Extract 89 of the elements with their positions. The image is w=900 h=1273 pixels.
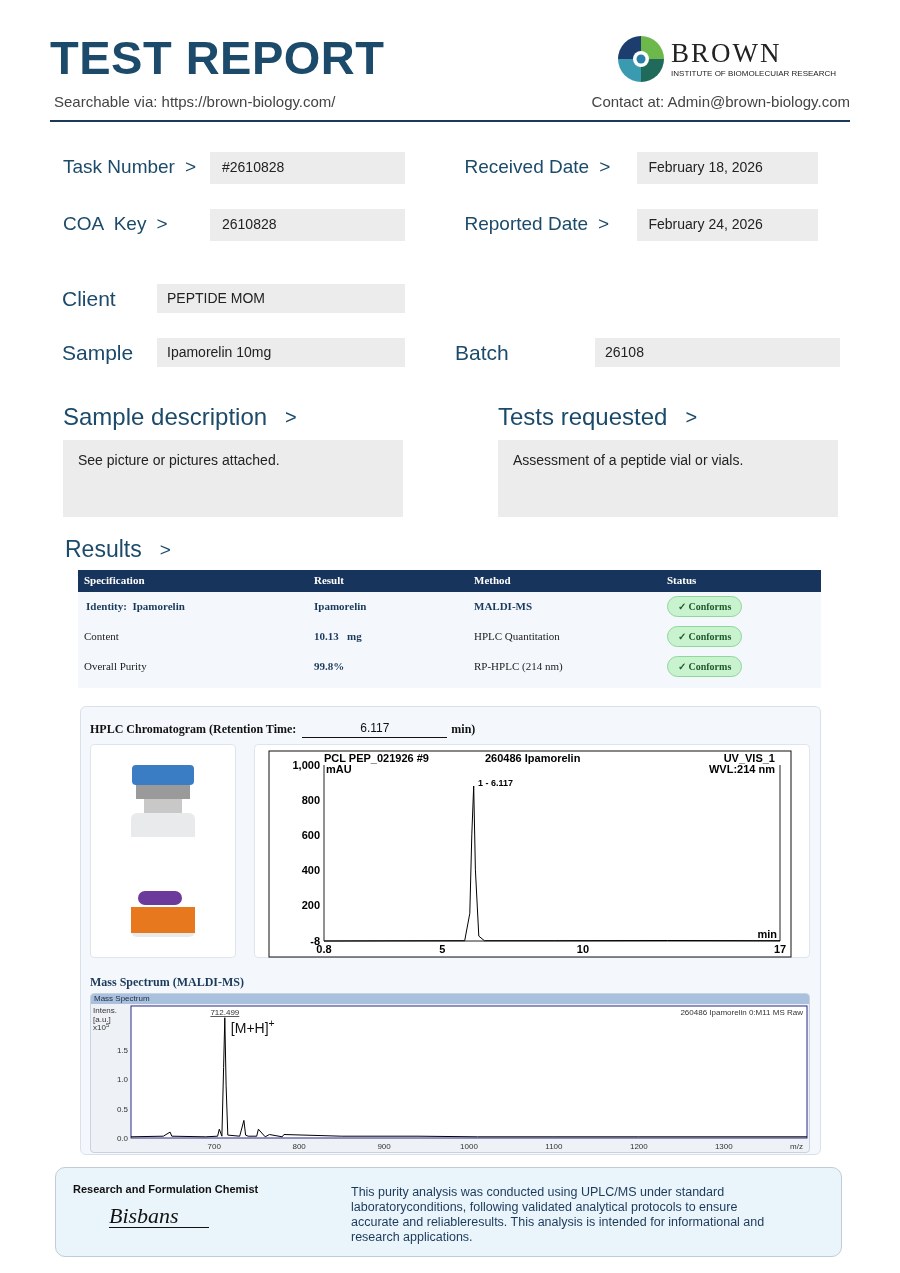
signature: Bisbans xyxy=(109,1205,209,1228)
table-cell: Overall Purity xyxy=(84,660,147,673)
axis-unit-label: mAU xyxy=(326,762,352,775)
axis-tick-label: 1300 xyxy=(714,1141,733,1151)
report-title: TEST REPORT xyxy=(50,34,385,81)
axis-tick-label: 1,000 xyxy=(292,758,320,771)
chevron-text: > xyxy=(184,155,197,180)
axis-title: [a.u.] xyxy=(93,1014,111,1024)
axis-tick-label: 200 xyxy=(301,898,320,911)
field-value: February 18, 2026 xyxy=(636,151,818,184)
ion-label: [M+H]$^{+}$ xyxy=(230,1020,275,1035)
results-heading: Results xyxy=(65,537,142,561)
status-badge: ✓ Conforms xyxy=(667,656,743,677)
axis-tick-label: 1200 xyxy=(629,1141,648,1151)
axis-tick-label: 0.0 xyxy=(116,1133,128,1143)
status-badge: ✓ Conforms xyxy=(667,596,743,617)
axis-tick-label: 17 xyxy=(773,942,787,955)
chevron-text: > xyxy=(685,406,698,427)
sample-label: 260486 Ipamorelin 0:M11 MS Raw xyxy=(680,1007,803,1017)
wavelength-label: WVL:214 nm xyxy=(709,762,775,775)
peak-label: 712.499 xyxy=(210,1007,240,1017)
axis-unit-label: m/z xyxy=(790,1141,803,1151)
axis-tick-label: 10 xyxy=(576,942,590,955)
axis-tick-label: 5 xyxy=(439,942,446,955)
table-cell-text: Identity: Ipamorelin xyxy=(85,600,185,613)
disclaimer-text: This purity analysis was conducted using UPLC/MS under standard laboratoryconditions, following validated analytical protocols to ensure accurate and reliableresults. This analysis is intended for informational and research applications. xyxy=(351,1183,766,1246)
chart-header-text: PCL PEP_021926 #9 xyxy=(324,751,429,764)
field-value: 2610828 xyxy=(210,208,405,241)
retention-time-value: 6.117 xyxy=(302,718,448,738)
logo-icon xyxy=(617,35,666,83)
column-header: Status xyxy=(666,573,698,589)
axis-tick-label: 0.5 xyxy=(116,1104,128,1114)
batch-value: 26108 xyxy=(595,338,840,368)
chart-title: HPLC Chromatogram (Retention Time: xyxy=(90,720,297,738)
section-heading: Sample description xyxy=(63,404,268,429)
window-label: Mass Spectrum xyxy=(91,993,809,1004)
sample-label: Sample xyxy=(62,340,135,366)
axis-tick-label: 1000 xyxy=(460,1141,478,1151)
chart-header-text: UV_VIS_1 xyxy=(723,751,775,764)
chart-title: Mass Spectrum (MALDI-MS) xyxy=(90,973,245,991)
table-cell: 10.13 mg xyxy=(314,630,362,643)
status-badge: ✓ Conforms xyxy=(667,626,743,647)
table-cell: HPLC Quantitation xyxy=(474,630,560,643)
chevron-text: > xyxy=(159,539,171,559)
logo-name: BROWN xyxy=(671,40,783,67)
axis-tick-label: 800 xyxy=(292,1141,306,1151)
axis-unit-label: min xyxy=(757,927,777,940)
contact-line: Contact at: Admin@brown-biology.com xyxy=(591,92,850,112)
axis-tick-label: 1100 xyxy=(545,1141,563,1151)
axis-tick-label: 800 xyxy=(301,793,320,806)
table-cell: RP-HPLC (214 nm) xyxy=(474,660,563,673)
chevron-text: > xyxy=(285,406,297,427)
table-cell: Content xyxy=(84,630,119,643)
batch-label: Batch xyxy=(455,340,510,366)
table-cell: MALDI-MS xyxy=(474,600,533,613)
axis-title: x10$^{5}$ xyxy=(93,1023,110,1032)
chemist-role: Research and Formulation Chemist xyxy=(73,1181,260,1197)
axis-tick-label: 600 xyxy=(301,828,320,841)
table-cell: 99.8% xyxy=(314,660,345,673)
section-heading: Tests requested xyxy=(498,404,668,429)
peak-label: 1 - 6.117 xyxy=(478,777,514,788)
description-box: Assessment of a peptide vial or vials. xyxy=(498,439,838,517)
axis-tick-label: 700 xyxy=(207,1141,221,1151)
field-label: Reported Date xyxy=(464,212,589,237)
column-header: Method xyxy=(473,573,512,589)
axis-tick-label: 400 xyxy=(301,863,320,876)
client-label: Client xyxy=(62,285,117,312)
field-value: February 24, 2026 xyxy=(636,208,818,241)
field-label: Received Date xyxy=(464,155,590,180)
logo-tagline: INSTITUTE OF BIOMOLECUIAR RESEARCH xyxy=(671,70,836,78)
axis-tick-label: 1.5 xyxy=(116,1045,128,1055)
column-header: Specification xyxy=(83,573,146,589)
unit-label: min) xyxy=(451,720,476,738)
axis-title: Intens. xyxy=(93,1005,117,1015)
description-box: See picture or pictures attached. xyxy=(63,439,403,517)
field-label: COA Key xyxy=(63,212,147,237)
chevron-text: > xyxy=(599,155,611,180)
chevron-text: > xyxy=(156,212,168,237)
axis-tick-label: 900 xyxy=(377,1141,391,1151)
search-line: Searchable via: https://brown-biology.com/ xyxy=(54,92,337,112)
field-label: Task Number xyxy=(63,155,175,180)
field-value: #2610828 xyxy=(210,151,405,184)
axis-tick-label: 1.0 xyxy=(116,1074,128,1084)
chart-header-text: 260486 Ipamorelin xyxy=(485,751,581,764)
client-value: PEPTIDE MOM xyxy=(157,283,405,313)
chevron-text: > xyxy=(598,212,610,237)
sample-value: Ipamorelin 10mg xyxy=(157,338,405,368)
column-header: Result xyxy=(313,573,345,589)
table-cell: Ipamorelin xyxy=(314,600,367,613)
